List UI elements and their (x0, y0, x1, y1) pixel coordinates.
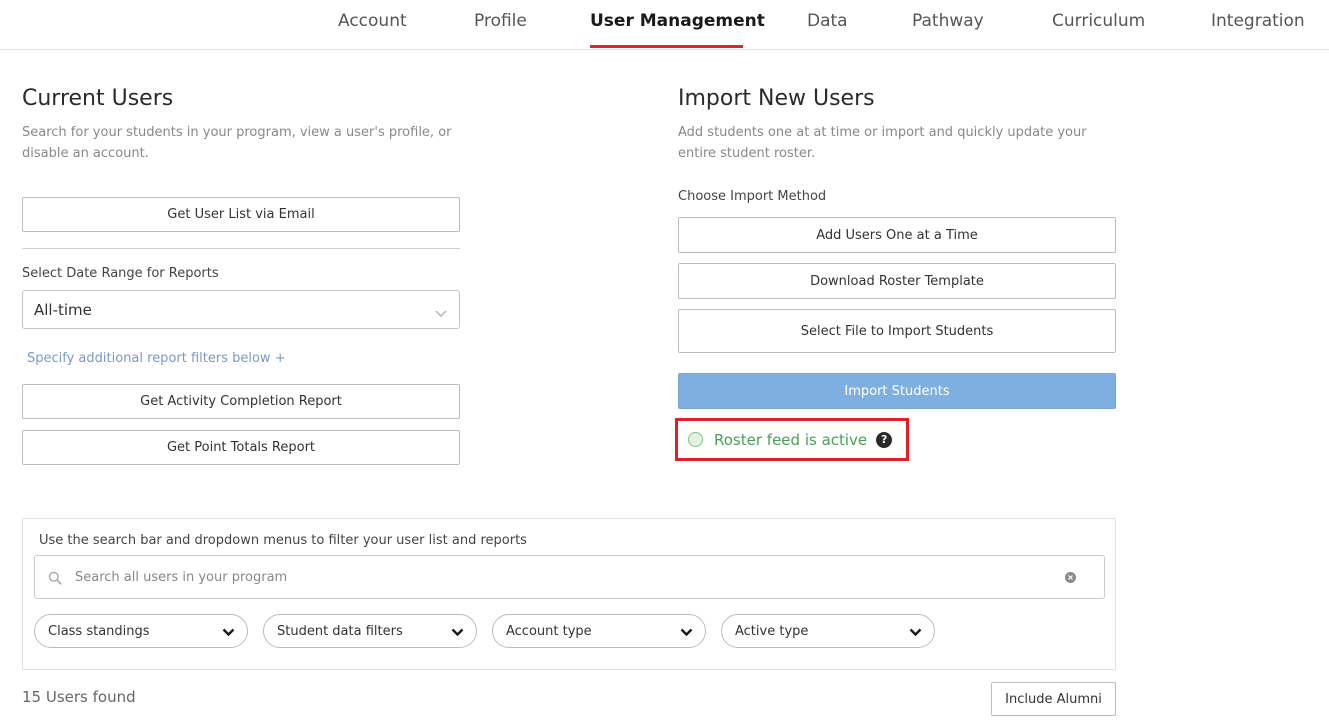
activity-completion-report-button[interactable]: Get Activity Completion Report (22, 384, 460, 419)
roster-status-text: Roster feed is active (714, 430, 868, 449)
additional-filters-link[interactable]: Specify additional report filters below … (27, 351, 286, 366)
date-range-value: All-time (34, 300, 92, 319)
current-users-title: Current Users (22, 86, 174, 111)
tab-profile[interactable]: Profile (474, 11, 527, 31)
include-alumni-button[interactable]: Include Alumni (991, 682, 1116, 716)
chevron-down-icon (451, 626, 464, 641)
tab-account[interactable]: Account (338, 11, 407, 31)
date-range-select[interactable]: All-time (22, 290, 460, 329)
chevron-down-icon (680, 626, 693, 641)
get-user-list-button[interactable]: Get User List via Email (22, 197, 460, 232)
filter-hint: Use the search bar and dropdown menus to… (39, 533, 527, 548)
status-indicator-icon (688, 432, 703, 447)
download-roster-template-button[interactable]: Download Roster Template (678, 263, 1116, 299)
tab-integration[interactable]: Integration (1211, 11, 1305, 31)
account-type-dropdown[interactable]: Account type (492, 614, 706, 648)
tab-user-management[interactable]: User Management (590, 11, 765, 31)
tab-pathway[interactable]: Pathway (912, 11, 984, 31)
choose-import-method-label: Choose Import Method (678, 189, 827, 204)
current-users-description: Search for your students in your program… (22, 125, 452, 161)
active-tab-indicator (590, 45, 743, 48)
help-icon[interactable]: ? (876, 431, 893, 448)
chevron-down-icon (435, 304, 447, 322)
dropdown-label: Student data filters (277, 623, 403, 639)
import-students-button[interactable]: Import Students (678, 373, 1116, 409)
section-divider (22, 248, 460, 249)
filter-panel: Use the search bar and dropdown menus to… (22, 518, 1116, 670)
search-input[interactable] (75, 565, 1035, 589)
import-users-description: Add students one at at time or import an… (678, 125, 1087, 161)
dropdown-label: Active type (735, 623, 809, 639)
clear-search-icon[interactable] (1065, 572, 1076, 583)
search-box (34, 555, 1105, 599)
student-data-filters-dropdown[interactable]: Student data filters (263, 614, 477, 648)
roster-status: Roster feed is active ? (675, 418, 909, 461)
class-standings-dropdown[interactable]: Class standings (34, 614, 248, 648)
select-file-button[interactable]: Select File to Import Students (678, 309, 1116, 353)
dropdown-label: Class standings (48, 623, 150, 639)
users-found-count: 15 Users found (22, 688, 136, 706)
top-navigation: Account Profile User Management Data Pat… (0, 0, 1329, 50)
add-users-one-at-a-time-button[interactable]: Add Users One at a Time (678, 217, 1116, 253)
chevron-down-icon (909, 626, 922, 641)
tab-curriculum[interactable]: Curriculum (1052, 11, 1145, 31)
point-totals-report-button[interactable]: Get Point Totals Report (22, 430, 460, 465)
date-range-label: Select Date Range for Reports (22, 266, 219, 281)
search-icon (48, 570, 62, 589)
tab-data[interactable]: Data (807, 11, 848, 31)
active-type-dropdown[interactable]: Active type (721, 614, 935, 648)
dropdown-label: Account type (506, 623, 592, 639)
chevron-down-icon (222, 626, 235, 641)
import-users-title: Import New Users (678, 86, 875, 111)
